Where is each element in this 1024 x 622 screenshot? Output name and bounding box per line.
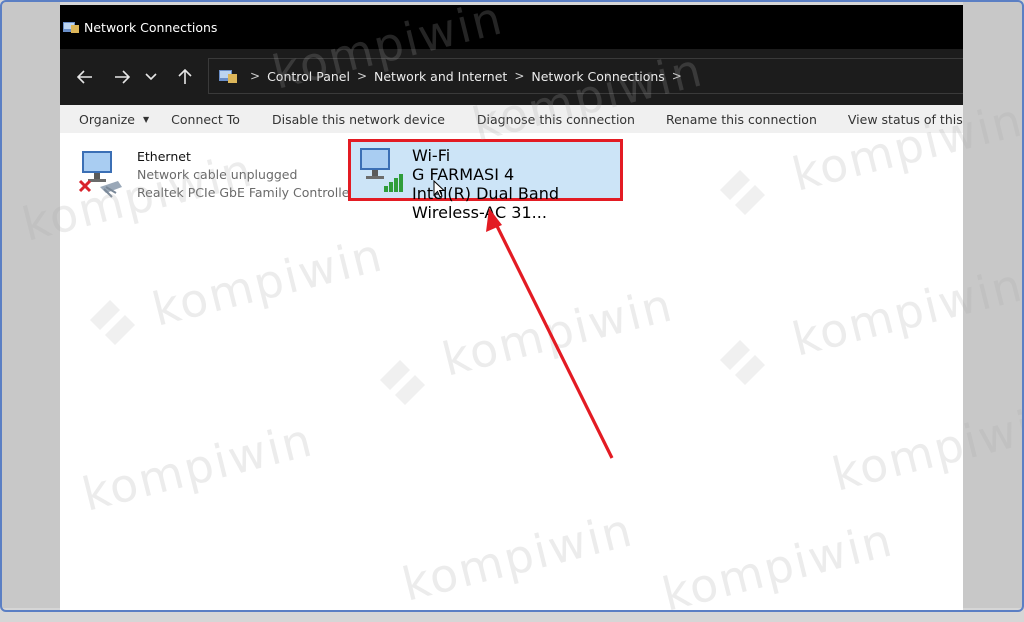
- arrow-right-icon: [115, 70, 130, 84]
- breadcrumb-network-connections[interactable]: Network Connections: [531, 69, 664, 84]
- left-background: [2, 2, 60, 608]
- network-folder-icon: [63, 22, 79, 33]
- forward-button[interactable]: [109, 63, 135, 91]
- address-bar[interactable]: > Control Panel > Network and Internet >…: [208, 58, 963, 94]
- view-status-button[interactable]: View status of this connection: [848, 112, 963, 127]
- breadcrumb-separator[interactable]: >: [672, 69, 682, 83]
- right-background: [963, 2, 1022, 608]
- wifi-signal-icon: [360, 148, 403, 192]
- breadcrumb-control-panel[interactable]: Control Panel: [267, 69, 350, 84]
- connection-device: Realtek PCIe GbE Family Controller: [137, 185, 355, 200]
- recent-locations-button[interactable]: [141, 63, 161, 91]
- title-bar: Network Connections: [60, 5, 963, 49]
- connections-list: Ethernet Network cable unplugged Realtek…: [60, 133, 963, 610]
- network-disconnected-icon: [78, 151, 122, 198]
- command-bar: Organize ▼ Connect To Disable this netwo…: [60, 105, 963, 133]
- breadcrumb-separator[interactable]: >: [357, 69, 367, 83]
- rename-connection-button[interactable]: Rename this connection: [666, 112, 817, 127]
- organize-button[interactable]: Organize ▼: [79, 112, 149, 127]
- connection-name: Wi-Fi: [412, 146, 451, 165]
- disable-device-button[interactable]: Disable this network device: [272, 112, 445, 127]
- window-title: Network Connections: [84, 19, 218, 35]
- chevron-down-icon: [145, 73, 157, 81]
- navigation-bar: > Control Panel > Network and Internet >…: [60, 49, 963, 105]
- back-button[interactable]: [72, 63, 98, 91]
- connection-name: Ethernet: [137, 149, 191, 164]
- connection-status: Network cable unplugged: [137, 167, 298, 182]
- breadcrumb-separator[interactable]: >: [514, 69, 524, 83]
- organize-label: Organize: [79, 111, 135, 127]
- up-button[interactable]: [172, 63, 198, 91]
- dropdown-arrow-icon: ▼: [142, 114, 150, 124]
- breadcrumb-separator: >: [250, 69, 261, 83]
- mouse-cursor-icon: [433, 180, 445, 198]
- network-folder-icon: [219, 70, 237, 83]
- arrow-left-icon: [77, 70, 92, 84]
- connection-item-wifi[interactable]: Wi-Fi G FARMASI 4 Intel(R) Dual Band Wir…: [348, 139, 623, 222]
- connect-to-button[interactable]: Connect To: [171, 112, 240, 127]
- connection-item-ethernet[interactable]: Ethernet Network cable unplugged Realtek…: [78, 145, 355, 205]
- diagnose-connection-button[interactable]: Diagnose this connection: [477, 112, 635, 127]
- explorer-window: Network Connections > Control Panel > Ne…: [60, 5, 963, 610]
- arrow-up-icon: [178, 69, 192, 84]
- breadcrumb-network-and-internet[interactable]: Network and Internet: [374, 69, 507, 84]
